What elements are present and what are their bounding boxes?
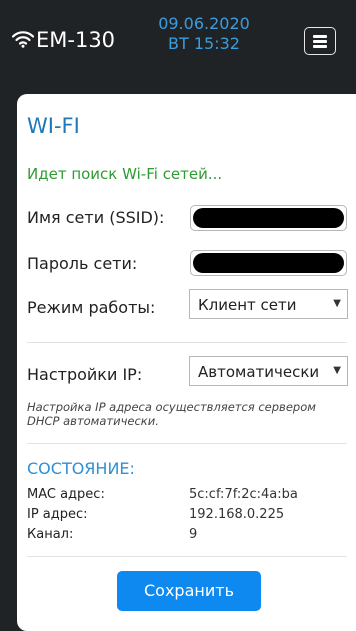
day-time-label: ВТ 15:32 [168, 34, 240, 53]
dropdown-arrow-icon: ▼ [333, 298, 341, 309]
ip-note: Настройка IP адреса осуществляется серве… [27, 400, 316, 428]
mode-select[interactable]: Клиент сети ▼ [189, 289, 348, 319]
password-input[interactable] [190, 250, 347, 276]
divider [27, 556, 347, 557]
ip-settings-label: Настройки IP: [27, 365, 143, 384]
wifi-icon [12, 31, 34, 48]
date-time: 09.06.2020 ВТ 15:32 [148, 14, 260, 54]
search-status: Идет поиск Wi-Fi сетей... [27, 165, 223, 183]
top-bar: EM-130 09.06.2020 ВТ 15:32 [0, 0, 356, 84]
redacted-value [193, 253, 344, 273]
menu-button[interactable] [304, 27, 336, 55]
ssid-label: Имя сети (SSID): [27, 208, 165, 227]
ip-settings-select[interactable]: Автоматически ▼ [189, 356, 348, 386]
mode-label: Режим работы: [27, 298, 156, 317]
ip-value: 192.168.0.225 [189, 507, 285, 522]
channel-value: 9 [189, 527, 198, 542]
mode-select-value: Клиент сети [198, 296, 297, 314]
save-button[interactable]: Сохранить [117, 571, 261, 611]
ip-settings-value: Автоматически [198, 363, 320, 381]
channel-label: Канал: [27, 527, 74, 542]
ip-label: IP адрес: [27, 507, 88, 522]
password-label: Пароль сети: [27, 254, 138, 273]
divider [27, 443, 347, 444]
mac-value: 5c:cf:7f:2c:4a:ba [189, 487, 298, 502]
mac-label: MAC адрес: [27, 487, 105, 502]
date-label: 09.06.2020 [158, 14, 250, 33]
wifi-title: WI-FI [27, 114, 80, 138]
status-title: СОСТОЯНИЕ: [27, 459, 135, 478]
divider [27, 342, 347, 343]
dropdown-arrow-icon: ▼ [333, 365, 341, 376]
device-name: EM-130 [36, 28, 116, 52]
redacted-value [193, 208, 344, 228]
wifi-settings-card: WI-FI Идет поиск Wi-Fi сетей... Имя сети… [17, 94, 356, 631]
ssid-input[interactable] [190, 205, 347, 231]
